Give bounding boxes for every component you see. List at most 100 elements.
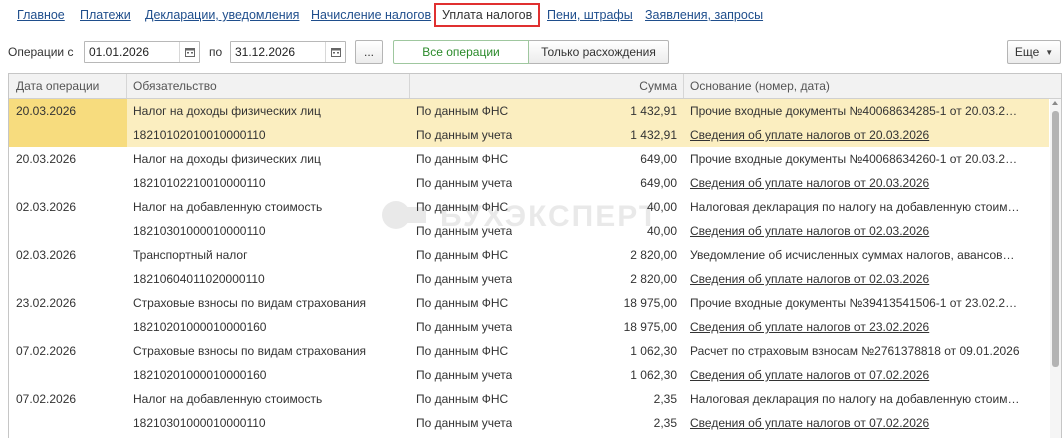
source-fns: По данным ФНС <box>416 152 509 166</box>
operations-table: Дата операции Обязательство Сумма Основа… <box>8 73 1062 438</box>
date-from-field[interactable]: 01.01.2026 <box>84 41 200 63</box>
nav-declarations[interactable]: Декларации, уведомления <box>145 8 299 22</box>
base-accounting-link[interactable]: Сведения об уплате налогов от 20.03.2026 <box>690 171 1020 195</box>
source-accounting: По данным учета <box>416 272 513 286</box>
sum-fns: 40,00 <box>646 200 677 214</box>
obligation-kbk: 18210301000010000110 <box>133 224 266 238</box>
source-accounting: По данным учета <box>416 128 513 142</box>
more-menu-button[interactable]: Еще ▼ <box>1007 40 1061 64</box>
obligation-name: Налог на добавленную стоимость <box>133 392 323 406</box>
calendar-icon[interactable] <box>179 42 199 62</box>
column-divider <box>126 74 127 98</box>
table-row[interactable]: 20.03.2026 Налог на доходы физических ли… <box>9 147 1049 195</box>
sum-fns: 1 062,30 <box>630 344 677 358</box>
col-sum-header[interactable]: Сумма <box>569 74 677 98</box>
base-accounting-link[interactable]: Сведения об уплате налогов от 07.02.2026 <box>690 363 1020 387</box>
sum-accounting: 18 975,00 <box>623 320 677 334</box>
base-accounting-link[interactable]: Сведения об уплате налогов от 02.03.2026 <box>690 219 1020 243</box>
source-fns: По данным ФНС <box>416 200 509 214</box>
obligation-kbk: 18210301000010000110 <box>133 416 266 430</box>
sum-accounting: 1 062,30 <box>630 368 677 382</box>
obligation-name: Транспортный налог <box>133 248 248 262</box>
column-divider <box>683 74 684 98</box>
col-base-header[interactable]: Основание (номер, дата) <box>690 74 830 98</box>
table-row[interactable]: 20.03.2026 Налог на доходы физических ли… <box>9 99 1049 147</box>
operation-date: 07.02.2026 <box>16 392 77 406</box>
base-fns-document: Прочие входные документы №39413541506-1 … <box>690 296 1020 310</box>
obligation-kbk: 18210201000010000160 <box>133 320 267 334</box>
calendar-icon[interactable] <box>325 42 345 62</box>
operation-date: 20.03.2026 <box>16 104 77 118</box>
base-fns-document: Прочие входные документы №40068634285-1 … <box>690 104 1020 118</box>
col-obligation-header[interactable]: Обязательство <box>133 74 217 98</box>
date-from-value: 01.01.2026 <box>89 45 150 59</box>
nav-requests[interactable]: Заявления, запросы <box>645 8 763 22</box>
from-label: Операции с <box>8 45 74 59</box>
operation-date: 23.02.2026 <box>16 296 77 310</box>
operation-date: 02.03.2026 <box>16 248 77 262</box>
section-nav: Главное Платежи Декларации, уведомления … <box>0 0 1064 32</box>
obligation-name: Страховые взносы по видам страхования <box>133 296 367 310</box>
base-fns-document: Налоговая декларация по налогу на добавл… <box>690 392 1020 406</box>
date-to-field[interactable]: 31.12.2026 <box>230 41 346 63</box>
source-fns: По данным ФНС <box>416 296 509 310</box>
nav-payments[interactable]: Платежи <box>80 8 131 22</box>
sum-accounting: 649,00 <box>640 176 677 190</box>
nav-main[interactable]: Главное <box>17 8 65 22</box>
source-fns: По данным ФНС <box>416 248 509 262</box>
table-row[interactable]: 02.03.2026 Налог на добавленную стоимост… <box>9 195 1049 243</box>
sum-fns: 1 432,91 <box>630 104 677 118</box>
sum-fns: 2 820,00 <box>630 248 677 262</box>
base-accounting-link[interactable]: Сведения об уплате налогов от 07.02.2026 <box>690 411 1020 435</box>
only-differences-button[interactable]: Только расхождения <box>529 40 669 64</box>
base-accounting-link[interactable]: Сведения об уплате налогов от 20.03.2026 <box>690 123 1020 147</box>
obligation-kbk: 18210102010010000110 <box>133 128 266 142</box>
period-select-button[interactable]: ... <box>355 40 383 64</box>
sum-fns: 649,00 <box>640 152 677 166</box>
obligation-kbk: 18210201000010000160 <box>133 368 267 382</box>
operation-date: 07.02.2026 <box>16 344 77 358</box>
source-accounting: По данным учета <box>416 416 513 430</box>
nav-penalties[interactable]: Пени, штрафы <box>547 8 633 22</box>
source-fns: По данным ФНС <box>416 392 509 406</box>
chevron-down-icon: ▼ <box>1045 47 1054 57</box>
source-accounting: По данным учета <box>416 176 513 190</box>
obligation-kbk: 18210604011020000110 <box>133 272 265 286</box>
obligation-kbk: 18210102210010000110 <box>133 176 266 190</box>
source-accounting: По данным учета <box>416 224 513 238</box>
sum-fns: 18 975,00 <box>623 296 677 310</box>
nav-tax-payment[interactable]: Уплата налогов <box>434 3 541 27</box>
to-label: по <box>209 45 223 59</box>
base-accounting-link[interactable]: Сведения об уплате налогов от 02.03.2026 <box>690 267 1020 291</box>
operation-date: 20.03.2026 <box>16 152 77 166</box>
table-row[interactable]: 02.03.2026 Транспортный налог 1821060401… <box>9 243 1049 291</box>
table-row[interactable]: 23.02.2026 Страховые взносы по видам стр… <box>9 291 1049 339</box>
base-fns-document: Уведомление об исчисленных суммах налого… <box>690 248 1020 262</box>
col-date-header[interactable]: Дата операции <box>16 74 99 98</box>
source-accounting: По данным учета <box>416 320 513 334</box>
sum-accounting: 2,35 <box>653 416 677 430</box>
sum-accounting: 2 820,00 <box>630 272 677 286</box>
scrollbar-thumb[interactable] <box>1052 111 1059 367</box>
all-operations-button[interactable]: Все операции <box>393 40 529 64</box>
source-accounting: По данным учета <box>416 368 513 382</box>
sum-accounting: 40,00 <box>646 224 677 238</box>
base-accounting-link[interactable]: Сведения об уплате налогов от 23.02.2026 <box>690 315 1020 339</box>
base-fns-document: Прочие входные документы №40068634260-1 … <box>690 152 1020 166</box>
nav-tax-accrual[interactable]: Начисление налогов <box>311 8 431 22</box>
obligation-name: Страховые взносы по видам страхования <box>133 344 367 358</box>
base-fns-document: Расчет по страховым взносам №2761378818 … <box>690 344 1020 358</box>
scroll-up-icon[interactable] <box>1052 101 1058 105</box>
source-fns: По данным ФНС <box>416 344 509 358</box>
more-label: Еще <box>1014 45 1040 59</box>
obligation-name: Налог на добавленную стоимость <box>133 200 323 214</box>
table-row[interactable]: 07.02.2026 Страховые взносы по видам стр… <box>9 339 1049 387</box>
source-fns: По данным ФНС <box>416 104 509 118</box>
date-to-value: 31.12.2026 <box>235 45 296 59</box>
table-body: 20.03.2026 Налог на доходы физических ли… <box>9 99 1049 438</box>
column-divider <box>409 74 410 98</box>
table-row[interactable]: 07.02.2026 Налог на добавленную стоимост… <box>9 387 1049 435</box>
table-header: Дата операции Обязательство Сумма Основа… <box>9 74 1061 99</box>
vertical-scrollbar[interactable] <box>1050 99 1061 438</box>
obligation-name: Налог на доходы физических лиц <box>133 104 321 118</box>
